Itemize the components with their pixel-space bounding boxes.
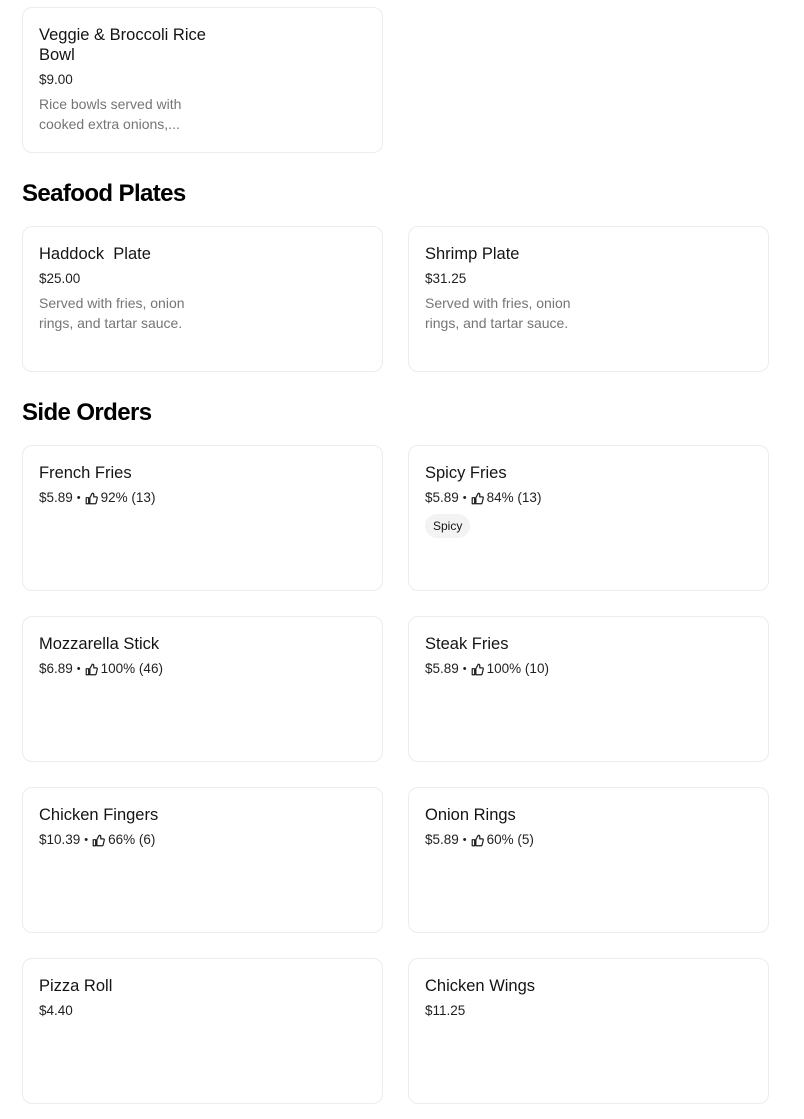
menu-item-card[interactable]: Mozzarella Stick $6.89 • 100% (46) <box>22 616 383 762</box>
separator-dot: • <box>462 834 467 846</box>
price-value: $9.00 <box>39 72 73 87</box>
separator-dot: • <box>76 492 81 504</box>
menu-item-card[interactable]: Veggie & Broccoli Rice Bowl $9.00 Rice b… <box>22 7 383 153</box>
item-name: Shrimp Plate <box>425 245 520 263</box>
price-value: $10.39 <box>39 832 81 847</box>
item-description: Served with fries, onion rings, and tart… <box>39 295 185 331</box>
item-price: $5.89 • 100% (10) <box>425 660 752 678</box>
rating-value: 100% (46) <box>100 661 163 676</box>
rating-value: 66% (6) <box>108 832 156 847</box>
item-price: $6.89 • 100% (46) <box>39 660 366 678</box>
menu-item-card[interactable]: Shrimp Plate $31.25 Served with fries, o… <box>408 226 769 372</box>
item-price: $31.25 <box>425 270 752 288</box>
menu-item-card[interactable]: Chicken Wings $11.25 <box>408 958 769 1104</box>
item-name: Chicken Wings <box>425 977 536 995</box>
item-name: Spicy Fries <box>425 464 507 482</box>
item-price: $5.89 • 60% (5) <box>425 831 752 849</box>
item-price: $4.40 <box>39 1002 366 1020</box>
price-value: $5.89 <box>39 490 73 505</box>
menu-item-card[interactable]: Onion Rings $5.89 • 60% (5) <box>408 787 769 933</box>
rating-value: 92% (13) <box>100 490 156 505</box>
item-name: Mozzarella Stick <box>39 635 160 653</box>
price-value: $5.89 <box>425 832 459 847</box>
rating-value: 100% (10) <box>486 661 549 676</box>
item-price: $5.89 • 92% (13) <box>39 489 366 507</box>
item-price: $5.89 • 84% (13) <box>425 489 752 507</box>
price-value: $4.40 <box>39 1003 73 1018</box>
menu-item-card[interactable]: Spicy Fries $5.89 • 84% (13) Spicy <box>408 445 769 591</box>
thumbs-up-icon <box>471 492 484 505</box>
price-value: $5.89 <box>425 490 459 505</box>
item-name: Veggie & Broccoli Rice Bowl <box>39 26 206 64</box>
rating-value: 60% (5) <box>486 832 534 847</box>
item-description: Served with fries, onion rings, and tart… <box>425 295 571 331</box>
item-name: Onion Rings <box>425 806 516 824</box>
section-title-sides: Side Orders <box>22 399 152 426</box>
item-name: Pizza Roll <box>39 977 113 995</box>
thumbs-up-icon <box>85 492 98 505</box>
price-value: $5.89 <box>425 661 459 676</box>
menu-item-card[interactable]: Haddock Plate $25.00 Served with fries, … <box>22 226 383 372</box>
item-name: Steak Fries <box>425 635 509 653</box>
separator-dot: • <box>76 663 81 675</box>
item-name: French Fries <box>39 464 132 482</box>
section-title-seafood: Seafood Plates <box>22 180 186 207</box>
item-price: $9.00 <box>39 71 366 89</box>
item-name: Haddock Plate <box>39 245 151 263</box>
item-description: Rice bowls served with cooked extra onio… <box>39 96 182 132</box>
separator-dot: • <box>84 834 89 846</box>
price-value: $6.89 <box>39 661 73 676</box>
price-value: $31.25 <box>425 271 467 286</box>
menu-item-card[interactable]: Pizza Roll $4.40 <box>22 958 383 1104</box>
menu-item-card[interactable]: Chicken Fingers $10.39 • 66% (6) <box>22 787 383 933</box>
rating-value: 84% (13) <box>486 490 542 505</box>
separator-dot: • <box>462 663 467 675</box>
price-value: $25.00 <box>39 271 81 286</box>
thumbs-up-icon <box>471 834 484 847</box>
thumbs-up-icon <box>471 663 484 676</box>
item-price: $11.25 <box>425 1002 752 1020</box>
menu-item-card[interactable]: French Fries $5.89 • 92% (13) <box>22 445 383 591</box>
separator-dot: • <box>462 492 467 504</box>
item-price: $10.39 • 66% (6) <box>39 831 366 849</box>
thumbs-up-icon <box>85 663 98 676</box>
thumbs-up-icon <box>92 834 106 847</box>
spicy-badge: Spicy <box>425 514 471 538</box>
item-name: Chicken Fingers <box>39 806 159 824</box>
menu-item-card[interactable]: Steak Fries $5.89 • 100% (10) <box>408 616 769 762</box>
item-price: $25.00 <box>39 270 366 288</box>
price-value: $11.25 <box>425 1003 466 1018</box>
